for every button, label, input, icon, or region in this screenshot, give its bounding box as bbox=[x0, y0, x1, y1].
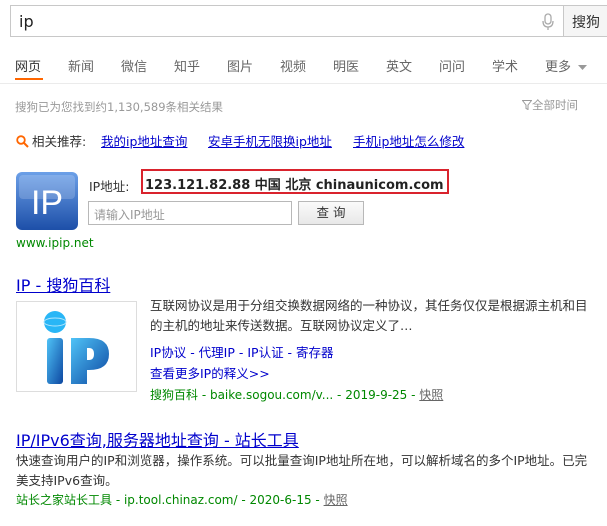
filter-icon bbox=[521, 100, 533, 111]
tab-web[interactable]: 网页 bbox=[15, 56, 41, 75]
ip-input-placeholder: 请输入IP地址 bbox=[94, 208, 165, 222]
related-searches-label: 相关推荐: bbox=[16, 131, 86, 150]
snapshot-link-2[interactable]: 快照 bbox=[324, 493, 348, 507]
result-source-2: 站长之家站长工具 - ip.tool.chinaz.com/ - 2020-6-… bbox=[16, 491, 348, 508]
result-count: 搜狗已为您找到约1,130,589条相关结果 bbox=[15, 100, 224, 114]
microphone-icon[interactable] bbox=[541, 13, 555, 31]
ip-query-input[interactable]: 请输入IP地址 bbox=[88, 201, 292, 225]
search-query: ip bbox=[19, 12, 34, 31]
result-tags-1[interactable]: IP协议 - 代理IP - IP认证 - 寄存器 bbox=[150, 342, 334, 361]
result-source-text-1: 搜狗百科 - baike.sogou.com/v... - 2019-9-25 … bbox=[150, 388, 420, 402]
ip-address-label: IP地址: bbox=[89, 179, 130, 194]
ip-thumbnail-icon bbox=[43, 311, 109, 384]
tab-more-label: 更多 bbox=[545, 60, 572, 75]
vertical-tabs: 网页 新闻 微信 知乎 图片 视频 明医 英文 问问 学术 更多 bbox=[0, 52, 607, 80]
related-link-1[interactable]: 我的ip地址查询 bbox=[101, 131, 187, 150]
result-title-2[interactable]: IP/IPv6查询,服务器地址查询 - 站长工具 bbox=[16, 427, 299, 451]
tab-english[interactable]: 英文 bbox=[386, 56, 412, 75]
time-filter-label: 全部时间 bbox=[532, 98, 578, 112]
search-input[interactable]: ip bbox=[10, 5, 563, 37]
ip-logo-icon: IP bbox=[16, 172, 78, 230]
result-source-text-2: 站长之家站长工具 - ip.tool.chinaz.com/ - 2020-6-… bbox=[16, 493, 324, 507]
related-link-2[interactable]: 安卓手机无限换ip地址 bbox=[208, 131, 332, 150]
tab-videos[interactable]: 视频 bbox=[280, 56, 306, 75]
result-source-1: 搜狗百科 - baike.sogou.com/v... - 2019-9-25 … bbox=[150, 386, 443, 403]
time-filter[interactable]: 全部时间 bbox=[521, 97, 578, 113]
divider bbox=[0, 83, 607, 84]
result-thumbnail[interactable] bbox=[16, 301, 137, 392]
search-icon bbox=[16, 135, 29, 148]
snapshot-link-1[interactable]: 快照 bbox=[419, 388, 443, 402]
ip-address-value: 123.121.82.88 中国 北京 chinaunicom.com bbox=[145, 178, 444, 193]
active-tab-indicator bbox=[15, 78, 43, 80]
result-description-1: 互联网协议是用于分组交换数据网络的一种协议，其任务仅仅是根据源主机和目的主机的地… bbox=[150, 298, 588, 333]
tab-wenwen[interactable]: 问问 bbox=[439, 56, 465, 75]
result-more-link-1[interactable]: 查看更多IP的释义>> bbox=[150, 363, 270, 382]
tab-news[interactable]: 新闻 bbox=[68, 56, 94, 75]
tab-images[interactable]: 图片 bbox=[227, 56, 253, 75]
result-title-1[interactable]: IP - 搜狗百科 bbox=[16, 272, 110, 296]
ip-widget-source[interactable]: www.ipip.net bbox=[16, 236, 94, 250]
related-link-3[interactable]: 手机ip地址怎么修改 bbox=[353, 131, 464, 150]
tab-zhihu[interactable]: 知乎 bbox=[174, 56, 200, 75]
ip-logo-text: IP bbox=[31, 184, 63, 222]
chevron-down-icon bbox=[578, 64, 588, 70]
result-description-2: 快速查询用户的IP和浏览器，操作系统。可以批量查询IP地址所在地，可以解析域名的… bbox=[16, 453, 588, 488]
ip-query-button[interactable]: 查 询 bbox=[298, 201, 364, 225]
tab-more[interactable]: 更多 bbox=[545, 56, 588, 75]
search-button[interactable]: 搜狗 bbox=[563, 5, 607, 37]
tab-medical[interactable]: 明医 bbox=[333, 56, 359, 75]
related-label-text: 相关推荐: bbox=[32, 134, 87, 149]
tab-academic[interactable]: 学术 bbox=[492, 56, 518, 75]
tab-wechat[interactable]: 微信 bbox=[121, 56, 147, 75]
